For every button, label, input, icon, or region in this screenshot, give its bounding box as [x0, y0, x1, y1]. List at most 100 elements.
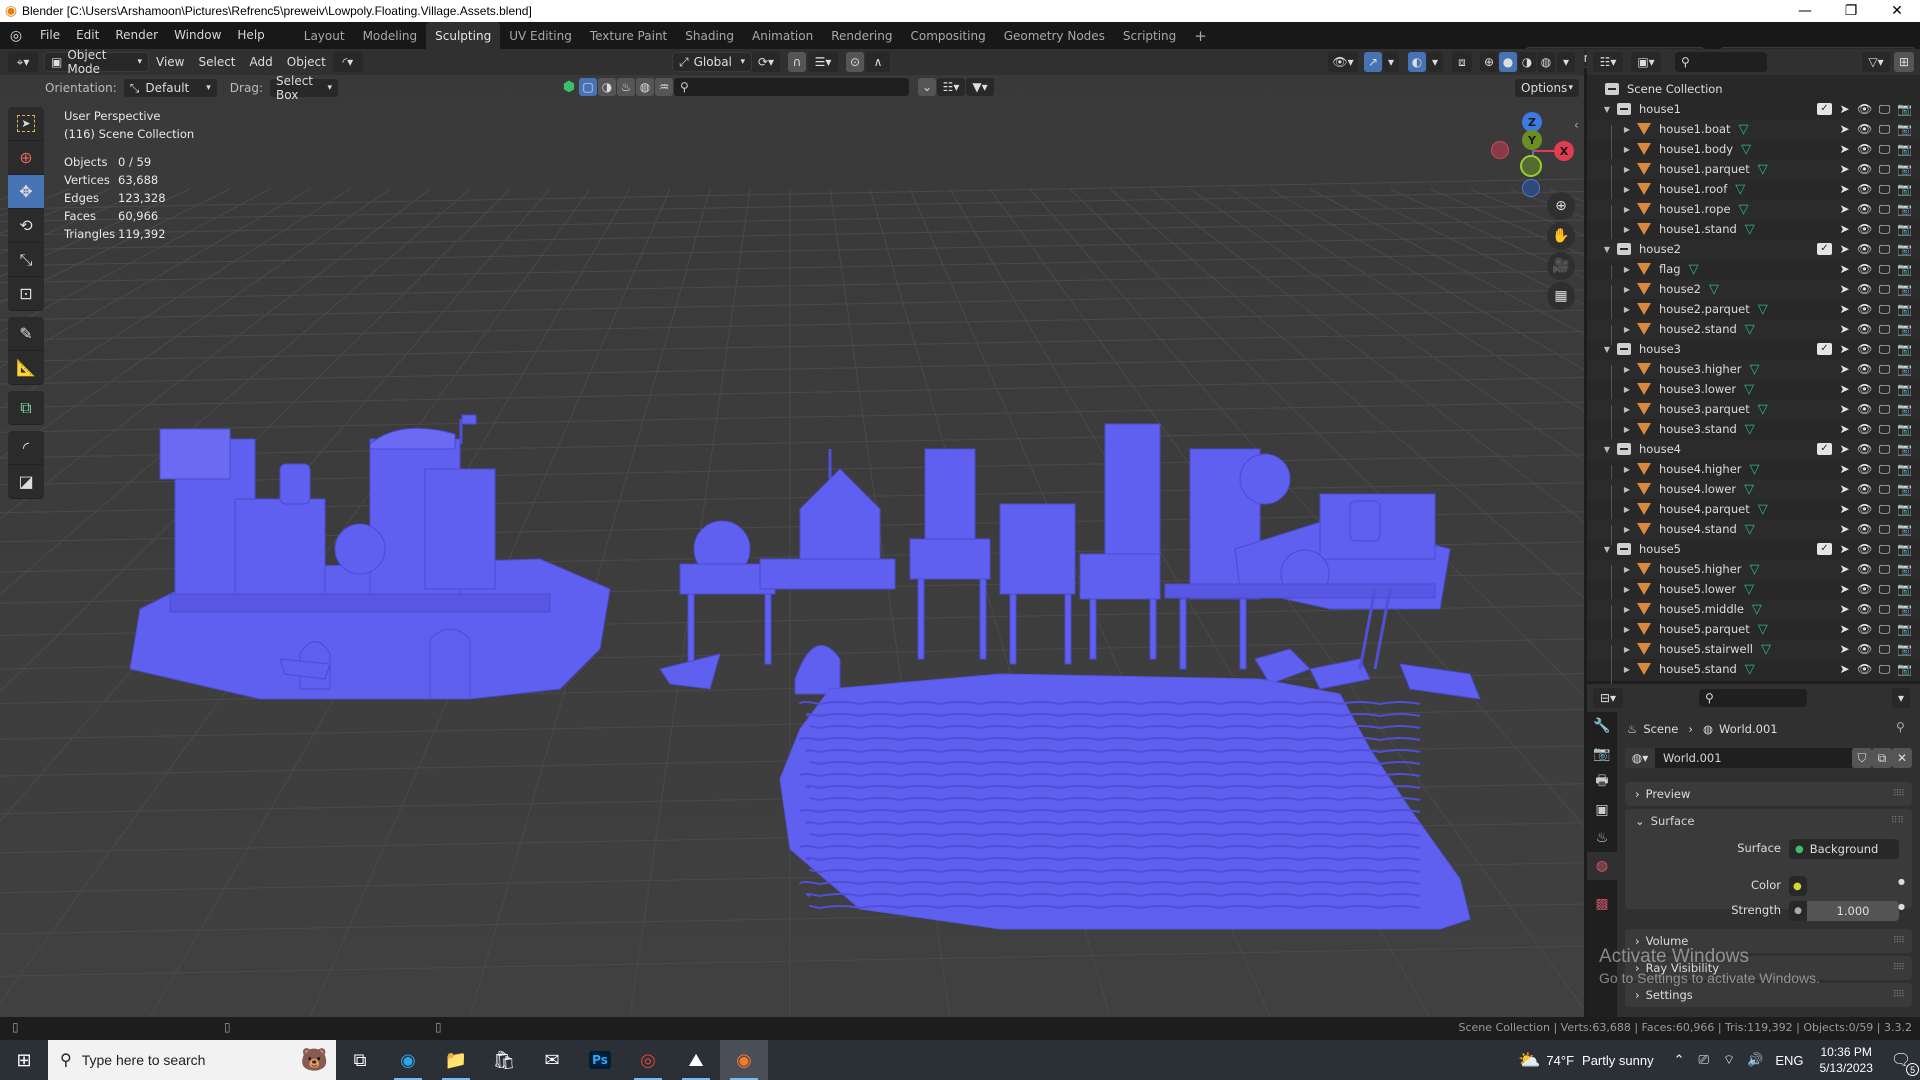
rotate-tool[interactable]: ⟲ [8, 209, 44, 243]
selectable-arrow-icon[interactable]: ➤ [1837, 482, 1852, 496]
visibility-eye-icon[interactable]: 👁 [1857, 282, 1872, 296]
zoom-view-button[interactable]: ⊕ [1547, 192, 1575, 220]
selectable-arrow-icon[interactable]: ➤ [1837, 562, 1852, 576]
blender-logo-icon[interactable]: ◎ [0, 28, 32, 44]
outliner-row-object[interactable]: ▶ house4.higher ▽ ➤ 👁 🖵 📷 [1587, 459, 1920, 485]
selectable-arrow-icon[interactable]: ➤ [1837, 402, 1852, 416]
expand-triangle-down-icon[interactable]: ▼ [1601, 105, 1613, 114]
menu-select[interactable]: Select [191, 55, 242, 69]
outliner-row-object[interactable]: ▶ house5.higher ▽ ➤ 👁 🖵 📷 [1587, 559, 1920, 585]
tab-animation[interactable]: Animation [743, 22, 822, 49]
selectable-arrow-icon[interactable]: ➤ [1837, 362, 1852, 376]
properties-editor-type-button[interactable]: ⊟▾ [1593, 688, 1623, 708]
selectable-arrow-icon[interactable]: ➤ [1837, 522, 1852, 536]
expand-triangle-right-icon[interactable]: ▶ [1621, 385, 1633, 394]
render-camera-icon[interactable]: 📷 [1897, 382, 1912, 396]
expand-triangle-down-icon[interactable]: ▼ [1601, 245, 1613, 254]
expand-triangle-right-icon[interactable]: ▶ [1621, 585, 1633, 594]
object-filter-icon[interactable]: ▢ [579, 78, 597, 96]
outliner-row-collection[interactable]: ▼ house4 ✓ ➤ 👁 🖵 📷 [1587, 439, 1920, 459]
weather-partly-sunny-icon[interactable]: ⛅ [1518, 1050, 1540, 1071]
viewport-monitor-icon[interactable]: 🖵 [1877, 222, 1892, 237]
viewport-monitor-icon[interactable]: 🖵 [1877, 202, 1892, 217]
weather-description[interactable]: Partly sunny [1582, 1053, 1654, 1068]
mesh-data-icon[interactable]: ▽ [1761, 642, 1771, 657]
snap-target-button[interactable]: ☰▾ [808, 52, 838, 72]
file-explorer-taskbar-button[interactable]: 📁 [432, 1040, 480, 1080]
render-camera-icon[interactable]: 📷 [1897, 402, 1912, 416]
visibility-selectability-button[interactable]: 👁▾ [1328, 52, 1358, 72]
falloff-icon[interactable]: ∧ [866, 52, 890, 72]
visibility-eye-icon[interactable]: 👁 [1857, 222, 1872, 236]
transform-orientation-dropdown[interactable]: ⤢ Global ▾ [672, 52, 752, 72]
select-box-tool[interactable]: ➤ [8, 107, 44, 141]
mesh-data-icon[interactable]: ▽ [1689, 262, 1699, 277]
render-camera-icon[interactable]: 📷 [1897, 122, 1912, 136]
viewport-monitor-icon[interactable]: 🖵 [1877, 542, 1892, 557]
visibility-eye-icon[interactable]: 👁 [1857, 502, 1872, 516]
proportional-edit-icon[interactable]: ⊙ [846, 52, 864, 72]
visibility-eye-icon[interactable]: 👁 [1857, 382, 1872, 396]
viewport-monitor-icon[interactable]: 🖵 [1877, 302, 1892, 317]
viewport-monitor-icon[interactable]: 🖵 [1877, 182, 1892, 197]
mesh-data-icon[interactable]: ▽ [1739, 122, 1749, 137]
outliner-row-object[interactable]: ▶ house5.stairwell ▽ ➤ 👁 🖵 📷 [1587, 639, 1920, 665]
drag-grip-icon[interactable]: ⠿⠿ [1893, 789, 1905, 799]
expand-triangle-right-icon[interactable]: ▶ [1621, 145, 1633, 154]
world-name-field[interactable]: World.001 [1655, 748, 1852, 768]
mail-taskbar-button[interactable]: ✉ [528, 1040, 576, 1080]
material-preview-icon[interactable]: ◑ [1518, 52, 1536, 72]
tool-tab[interactable]: 🔧 [1587, 712, 1617, 740]
view-layer-tab[interactable]: ▣ [1587, 796, 1617, 824]
expand-triangle-right-icon[interactable]: ▶ [1621, 625, 1633, 634]
duplicate-world-icon[interactable]: ⧉ [1872, 748, 1892, 768]
menu-file[interactable]: File [32, 22, 68, 49]
visibility-eye-icon[interactable]: 👁 [1857, 622, 1872, 636]
properties-options-dropdown[interactable]: ▾ [1892, 688, 1910, 708]
visibility-eye-icon[interactable]: 👁 [1857, 302, 1872, 316]
outliner-row-object[interactable]: ▶ house4.stand ▽ ➤ 👁 🖵 📷 [1587, 519, 1920, 545]
expand-triangle-right-icon[interactable]: ▶ [1621, 525, 1633, 534]
mesh-data-icon[interactable]: ▽ [1750, 562, 1760, 577]
add-cube-tool[interactable]: ⧉ [8, 391, 44, 425]
bevel-tool[interactable]: ◜ [8, 431, 44, 465]
volume-icon[interactable]: 🔊 [1747, 1052, 1763, 1068]
edge-taskbar-button[interactable]: ◉ [384, 1040, 432, 1080]
outliner-row-scene-collection[interactable]: Scene Collection [1587, 79, 1920, 99]
render-camera-icon[interactable]: 📷 [1897, 602, 1912, 616]
drag-dropdown[interactable]: Select Box ▾ [268, 74, 339, 102]
render-camera-icon[interactable]: 📷 [1897, 422, 1912, 436]
display-mode-button[interactable]: ▣▾ [1631, 52, 1661, 72]
visibility-eye-icon[interactable]: 👁 [1857, 522, 1872, 536]
expand-triangle-right-icon[interactable]: ▶ [1621, 425, 1633, 434]
selectable-arrow-icon[interactable]: ➤ [1837, 642, 1852, 656]
viewport-monitor-icon[interactable]: 🖵 [1877, 442, 1892, 457]
outliner-editor-type-button[interactable]: ☷▾ [1593, 52, 1623, 72]
brush-filter-icon[interactable]: ♒ [655, 78, 673, 96]
render-camera-icon[interactable]: 📷 [1897, 482, 1912, 496]
material-filter-icon[interactable]: ◑ [598, 78, 616, 96]
start-button[interactable]: ⊞ [0, 1040, 48, 1080]
pin-icon[interactable]: ⚲ [1896, 720, 1905, 734]
mesh-data-icon[interactable]: ▽ [1735, 182, 1745, 197]
render-camera-icon[interactable]: 📷 [1897, 542, 1912, 556]
tab-texture-paint[interactable]: Texture Paint [581, 22, 676, 49]
filter-expand-icon[interactable]: ⌄ [918, 78, 936, 96]
meet-now-icon[interactable]: ⎚ [1698, 1052, 1708, 1068]
tab-geometry-nodes[interactable]: Geometry Nodes [995, 22, 1114, 49]
output-tab[interactable]: 🖶 [1587, 768, 1617, 796]
outliner-filter-button[interactable]: ▽▾ [1862, 52, 1890, 72]
viewport-monitor-icon[interactable]: 🖵 [1877, 662, 1892, 677]
solid-shading-icon[interactable]: ● [1499, 52, 1517, 72]
visibility-eye-icon[interactable]: 👁 [1857, 442, 1872, 456]
viewport-monitor-icon[interactable]: 🖵 [1877, 242, 1892, 257]
outliner-row-object[interactable]: ▶ house4.parquet ▽ ➤ 👁 🖵 📷 [1587, 499, 1920, 525]
wifi-icon[interactable]: ⌔ [1723, 1052, 1735, 1068]
render-camera-icon[interactable]: 📷 [1897, 642, 1912, 656]
add-workspace-button[interactable]: + [1185, 22, 1216, 49]
drag-grip-icon[interactable]: ⠿⠿ [1893, 963, 1905, 973]
render-camera-icon[interactable]: 📷 [1897, 362, 1912, 376]
selectable-arrow-icon[interactable]: ➤ [1837, 462, 1852, 476]
selectable-arrow-icon[interactable]: ➤ [1837, 622, 1852, 636]
camera-view-button[interactable]: 🎥 [1547, 252, 1575, 280]
